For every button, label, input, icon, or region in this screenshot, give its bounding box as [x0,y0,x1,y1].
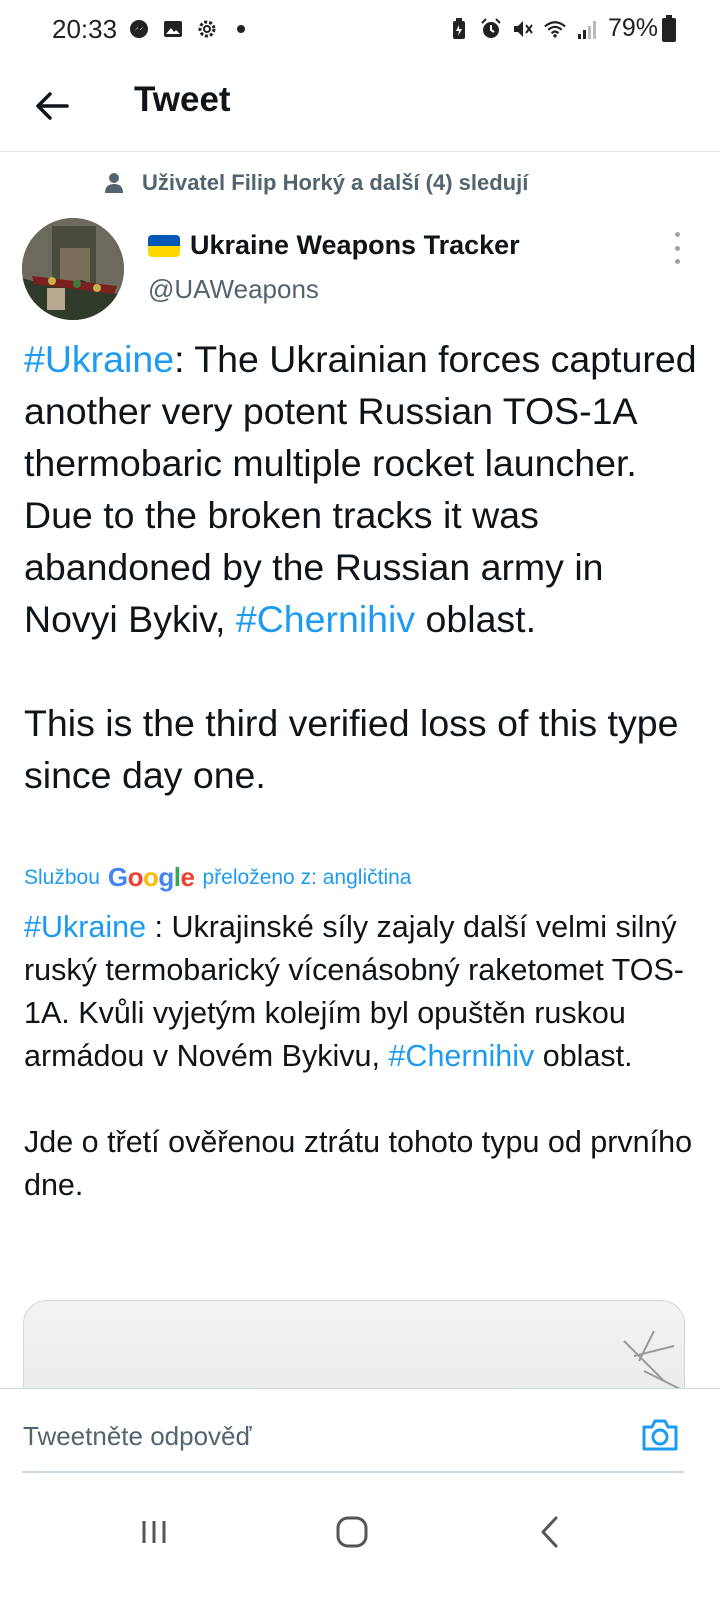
status-bar: 20:33 79% [0,0,720,62]
hashtag-link[interactable]: #Ukraine [24,338,174,380]
translation-prefix: Službou [24,865,100,889]
gallery-icon [162,18,184,40]
social-context-text: Uživatel Filip Horký a další (4) sledují [142,170,529,195]
reply-input[interactable]: Tweetněte odpověď [23,1421,251,1452]
status-notification-icons [128,18,252,40]
battery-icon [662,15,676,42]
wifi-icon [544,18,566,40]
dot-icon [230,18,252,40]
battery-percent: 79% [607,14,658,42]
translated-tweet-text: #Ukraine : Ukrajinské síly zajaly další … [24,906,704,1207]
battery-saver-icon [448,17,470,40]
social-context[interactable]: Uživatel Filip Horký a další (4) sledují [104,170,528,196]
top-app-bar: Tweet [0,62,720,152]
tweet-text-segment: : The Ukrainian forces captured another … [24,338,697,640]
tweet-text-segment: oblast. [415,598,537,640]
more-options-button[interactable] [670,232,684,264]
tweet-paragraph-1: #Ukraine: The Ukrainian forces captured … [24,333,704,645]
recent-apps-button[interactable] [132,1510,176,1554]
system-back-button[interactable] [528,1510,572,1554]
translation-attribution[interactable]: Službou Google přeloženo z: angličtina [24,862,411,893]
tweet-paragraph-2: This is the third verified loss of this … [24,702,679,796]
avatar[interactable] [22,218,124,320]
system-nav-bar [0,1484,720,1600]
home-button[interactable] [330,1510,374,1554]
tweet-text: #Ukraine: The Ukrainian forces captured … [24,333,704,801]
back-button[interactable] [28,82,76,130]
author-name-row[interactable]: Ukraine Weapons Tracker [148,230,520,261]
mute-icon [512,18,534,40]
reply-bar: Tweetněte odpověď [0,1388,720,1484]
signal-icon [576,18,598,40]
google-logo: Google [107,862,195,892]
home-icon [336,1516,368,1548]
status-system-icons: 79% [448,14,658,43]
translation-suffix: přeloženo z: angličtina [202,865,412,889]
translation-paragraph-1: #Ukraine : Ukrajinské síly zajaly další … [24,906,704,1078]
hashtag-link[interactable]: #Chernihiv [236,598,415,640]
recents-icon [142,1521,166,1543]
settings-icon [196,18,218,40]
reply-underline [22,1471,684,1473]
more-vertical-icon [674,232,680,237]
hashtag-link[interactable]: #Chernihiv [388,1039,534,1073]
arrow-left-icon [36,92,69,120]
author-name: Ukraine Weapons Tracker [190,230,520,260]
alarm-icon [480,17,502,40]
messenger-icon [128,18,150,40]
author-handle[interactable]: @UAWeapons [148,274,319,305]
translation-text-segment: oblast. [534,1039,633,1073]
hashtag-link[interactable]: #Ukraine [24,910,146,944]
translation-paragraph-2: Jde o třetí ověřenou ztrátu tohoto typu … [24,1125,693,1202]
camera-icon [642,1419,678,1451]
ukraine-flag-icon [148,234,180,257]
status-time: 20:33 [52,14,118,44]
page-title: Tweet [134,80,231,119]
camera-button[interactable] [640,1415,680,1455]
person-icon [105,173,123,193]
chevron-left-icon [541,1516,558,1548]
